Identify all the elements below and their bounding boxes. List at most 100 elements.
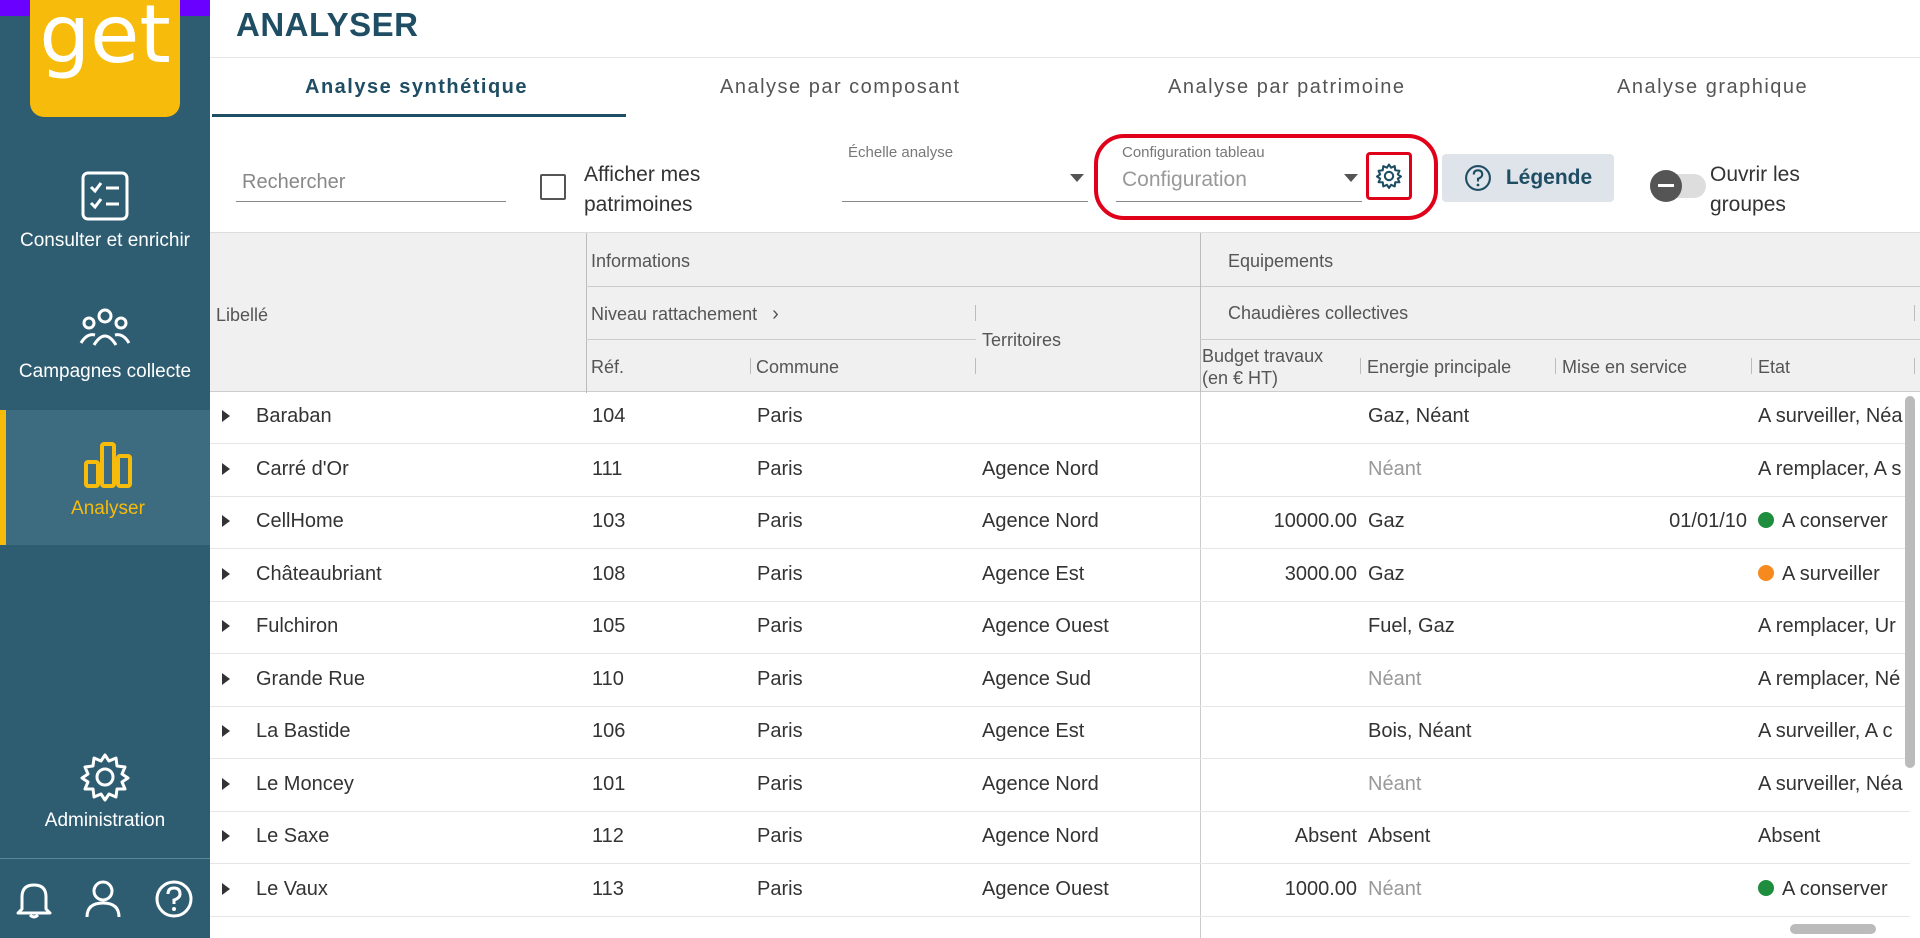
toggle-knob xyxy=(1650,170,1682,202)
expand-row-icon[interactable] xyxy=(222,672,230,685)
table-row[interactable]: Le Vaux 113 Paris Agence Ouest 1000.00 Néant A… xyxy=(210,865,1910,917)
app-logo[interactable]: get xyxy=(30,0,180,117)
column-divider xyxy=(1555,358,1556,374)
cell-commune-text: Paris xyxy=(757,772,803,795)
expand-row-icon[interactable] xyxy=(222,830,230,842)
expand-row-icon[interactable] xyxy=(222,410,230,422)
tab-analyse-par-composant[interactable]: Analyse par composant xyxy=(720,76,961,99)
help-icon[interactable] xyxy=(154,879,194,919)
table-row[interactable]: Le Moncey 101 Paris Agence Nord Néant A surve… xyxy=(210,760,1910,812)
active-tab-indicator xyxy=(212,114,626,117)
cell-etat: A surveiller, A c xyxy=(1758,720,1893,743)
cell-etat: A surveiller xyxy=(1758,563,1880,586)
open-groups-toggle[interactable] xyxy=(1650,170,1706,202)
column-header-territoires[interactable]: Territoires xyxy=(982,330,1061,351)
expand-row-icon[interactable] xyxy=(222,462,230,475)
sidebar-item-administration[interactable]: Administration xyxy=(0,752,210,832)
cell-commune-text: Paris xyxy=(757,615,803,637)
cell-commune: Paris xyxy=(757,825,803,848)
cell-libelle-text: Carré d'Or xyxy=(256,457,349,480)
cell-territoire: Agence Est xyxy=(982,720,1084,743)
cell-libelle: Baraban xyxy=(256,405,332,428)
echelle-analyse-label: Échelle analyse xyxy=(848,144,954,161)
configuration-tableau-select[interactable]: Configuration tableau Configuration xyxy=(1116,144,1362,202)
cell-libelle: Le Vaux xyxy=(256,878,328,901)
cell-ref: 101 xyxy=(592,773,625,796)
table-row[interactable]: Fulchiron 105 Paris Agence Ouest Fuel, Gaz A … xyxy=(210,602,1910,654)
table-row[interactable]: Carré d'Or 111 Paris Agence Nord Néant A remp… xyxy=(210,445,1910,497)
expand-row-icon[interactable] xyxy=(222,515,230,527)
column-header-energie[interactable]: Energie principale xyxy=(1367,357,1511,378)
sidebar-item-consulter[interactable]: Consulter et enrichir xyxy=(0,170,210,252)
cell-territoire-text: Agence Ouest xyxy=(982,877,1109,900)
cell-territoire-text: Agence Nord xyxy=(982,825,1099,847)
user-icon[interactable] xyxy=(84,879,122,919)
configuration-tableau-label: Configuration tableau xyxy=(1122,144,1265,161)
cell-mise-en-service-text: 01/01/10 xyxy=(1669,510,1747,532)
cell-libelle: CellHome xyxy=(256,510,344,533)
horizontal-scrollbar[interactable] xyxy=(1790,924,1876,934)
column-header-budget[interactable]: Budget travaux (en € HT) xyxy=(1202,345,1352,391)
cell-libelle-text: Baraban xyxy=(256,405,332,427)
expand-row-icon[interactable] xyxy=(222,620,230,632)
my-patrimoines-checkbox[interactable] xyxy=(540,174,566,200)
cell-budget-text: 10000.00 xyxy=(1273,510,1357,532)
cell-energie-text: Absent xyxy=(1368,825,1431,847)
cell-energie: Gaz xyxy=(1368,563,1405,586)
group-icon xyxy=(79,308,131,346)
cell-energie-text: Néant xyxy=(1368,772,1422,795)
table-row[interactable]: Le Saxe 112 Paris Agence Nord Absent Absent Ab… xyxy=(210,812,1910,864)
cell-territoire: Agence Ouest xyxy=(982,878,1109,901)
tab-analyse-par-patrimoine[interactable]: Analyse par patrimoine xyxy=(1168,76,1406,99)
legend-button-label: Légende xyxy=(1505,166,1593,189)
column-header-libelle[interactable]: Libellé xyxy=(216,305,268,326)
cell-territoire: Agence Nord xyxy=(982,510,1099,533)
expand-row-icon[interactable] xyxy=(222,725,230,737)
column-header-ref[interactable]: Réf. xyxy=(591,357,624,378)
table-row[interactable]: Châteaubriant 108 Paris Agence Est 3000.00 Ga… xyxy=(210,550,1910,602)
cell-territoire: Agence Sud xyxy=(982,668,1091,691)
column-divider xyxy=(975,358,976,374)
cell-libelle-text: Châteaubriant xyxy=(256,562,382,585)
column-header-etat[interactable]: Etat xyxy=(1758,357,1790,378)
expand-row-icon[interactable] xyxy=(222,777,230,790)
cell-budget-text: 3000.00 xyxy=(1284,562,1357,585)
chevron-right-icon: › xyxy=(772,303,779,325)
cell-energie-text: Néant xyxy=(1368,457,1422,480)
table-row[interactable]: Baraban 104 Paris Gaz, Néant A surveiller, N… xyxy=(210,392,1910,444)
column-header-mise-en-service[interactable]: Mise en service xyxy=(1562,357,1687,378)
echelle-analyse-select[interactable]: Échelle analyse xyxy=(842,144,1088,202)
expand-row-icon[interactable] xyxy=(222,882,230,895)
cell-etat-text: A surveiller xyxy=(1782,562,1880,585)
group-header-niveau-rattachement[interactable]: Niveau rattachement › xyxy=(591,303,779,326)
table-row[interactable]: Grande Rue 110 Paris Agence Sud Néant A rempl… xyxy=(210,655,1910,707)
bell-icon[interactable] xyxy=(16,879,52,919)
tab-analyse-graphique[interactable]: Analyse graphique xyxy=(1617,76,1808,99)
status-dot xyxy=(1758,564,1774,581)
column-divider xyxy=(1914,358,1915,374)
table-row[interactable]: La Bastide 106 Paris Agence Est Bois, Néant A… xyxy=(210,707,1910,759)
cell-territoire-text: Agence Nord xyxy=(982,772,1099,795)
sidebar-item-label: Analyser xyxy=(71,498,145,519)
column-divider xyxy=(1914,305,1915,321)
vertical-scrollbar[interactable] xyxy=(1905,396,1915,768)
cell-commune: Paris xyxy=(757,458,803,481)
table-row[interactable]: CellHome 103 Paris Agence Nord 10000.00 Gaz 01… xyxy=(210,497,1910,549)
legend-button[interactable]: Légende xyxy=(1442,154,1614,202)
column-divider xyxy=(1360,358,1361,374)
cell-budget: 10000.00 xyxy=(1274,510,1357,533)
header-row-divider xyxy=(586,286,1920,287)
configuration-settings-button[interactable] xyxy=(1366,152,1412,200)
column-header-commune[interactable]: Commune xyxy=(756,357,839,378)
cell-etat-text: A remplacer, Ur xyxy=(1758,615,1896,637)
column-divider xyxy=(1751,358,1752,374)
cell-territoire-text: Agence Nord xyxy=(982,510,1099,532)
sidebar-item-campagnes[interactable]: Campagnes collecte xyxy=(0,305,210,383)
tab-analyse-synthetique[interactable]: Analyse synthétique xyxy=(305,76,528,99)
expand-row-icon[interactable] xyxy=(222,567,230,580)
sidebar-item-analyser[interactable]: Analyser xyxy=(0,410,210,545)
cell-commune: Paris xyxy=(757,668,803,691)
cell-energie-text: Néant xyxy=(1368,667,1422,690)
page-title: ANALYSER xyxy=(236,6,419,43)
search-input[interactable] xyxy=(236,164,506,200)
